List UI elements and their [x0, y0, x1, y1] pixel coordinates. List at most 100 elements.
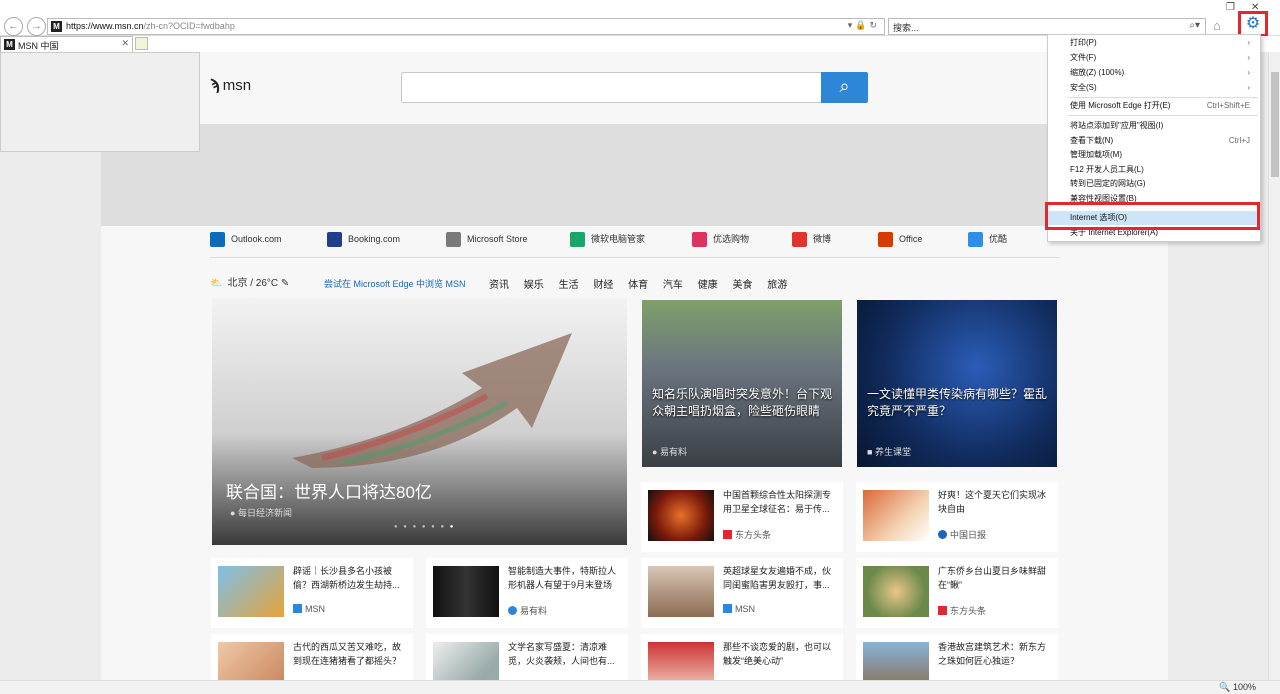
news-small-card[interactable]: 香港故宫建筑艺术：新东方之珠如何匠心独运？ — [856, 634, 1058, 680]
news-small-card[interactable]: 智能制造大事件，特斯拉人形机器人有望于9月末登场 易有料 — [426, 558, 628, 628]
bacteria-photo — [857, 300, 1057, 467]
close-window-icon[interactable]: ✕ — [1251, 2, 1275, 13]
news-small-card[interactable]: 中国首颗综合性太阳探测专用卫星全球征名：易于传... 东方头条 — [641, 482, 843, 552]
url-text: https://www.msn.cn/zh-cn?OCID=fwdbahp — [66, 21, 235, 31]
outlook-icon — [210, 232, 225, 247]
news-small-card[interactable]: 那些不谈恋爱的剧，也可以触发“绝美心动” — [641, 634, 843, 680]
quick-link-office[interactable]: Office — [878, 232, 922, 252]
menu-separator — [1068, 97, 1258, 98]
category-nav: 资讯 娱乐 生活 财经 体育 汽车 健康 美食 旅游 — [489, 276, 799, 291]
news-small-card[interactable]: 辟谣｜长沙县多名小孩被偷？西湖新桥边发生劫持... MSN — [211, 558, 413, 628]
forward-button[interactable]: → — [27, 17, 46, 36]
category-finance[interactable]: 财经 — [593, 280, 613, 291]
carousel-dots[interactable]: ● ● ● ● ● ● ● — [394, 524, 455, 530]
menu-item-file[interactable]: 文件(F) › — [1048, 51, 1260, 65]
card-text: 古代的西瓜又苦又难吃，故到现在连猪猪看了都摇头？ — [293, 642, 402, 666]
quick-link-outlook[interactable]: Outlook.com — [210, 232, 282, 252]
vertical-scrollbar[interactable] — [1268, 52, 1280, 680]
news-small-card[interactable]: 古代的西瓜又苦又难吃，故到现在连猪猪看了都摇头？ — [211, 634, 413, 680]
msn-search-input[interactable] — [401, 72, 868, 103]
menu-label: 文件(F) — [1070, 53, 1097, 62]
menu-item-add-to-apps[interactable]: 将站点添加到"应用"视图(I) — [1048, 119, 1260, 133]
weather-widget[interactable]: ⛅ 北京 / 26°C ✎ — [210, 274, 289, 289]
quick-link-booking[interactable]: Booking.com — [327, 232, 400, 252]
card-source-label: 养生课堂 — [874, 447, 911, 457]
chevron-right-icon: › — [1247, 83, 1250, 92]
card-source-label: MSN — [735, 604, 755, 614]
msn-logo[interactable]: ϡ msn — [210, 77, 251, 95]
category-news[interactable]: 资讯 — [489, 280, 509, 291]
source-icon — [723, 604, 732, 613]
menu-item-devtools[interactable]: F12 开发人员工具(L) — [1048, 163, 1260, 177]
weather-row: ⛅ 北京 / 26°C ✎ 尝试在 Microsoft Edge 中浏览 MSN … — [210, 274, 1060, 292]
menu-item-downloads[interactable]: 查看下载(N) Ctrl+J — [1048, 134, 1260, 148]
quick-link-label: Booking.com — [348, 233, 401, 244]
news-image-card[interactable]: 一文读懂甲类传染病有哪些？霍乱究竟严不严重？ ■ 养生课堂 — [857, 300, 1057, 467]
restore-window-icon[interactable]: ❐ — [1226, 2, 1251, 13]
card-source-label: 东方头条 — [950, 606, 987, 616]
browser-search-field[interactable]: 搜索... ⌕▾ — [888, 18, 1206, 35]
youku-icon — [968, 232, 983, 248]
menu-item-safety[interactable]: 安全(S) › — [1048, 81, 1260, 95]
home-icon[interactable]: ⌂ — [1213, 18, 1221, 33]
hero-source: ● 每日经济新闻 — [230, 508, 292, 518]
category-travel[interactable]: 旅游 — [767, 280, 787, 291]
card-title: 一文读懂甲类传染病有哪些？霍乱究竟严不严重？ — [867, 387, 1048, 418]
pencil-icon[interactable]: ✎ — [281, 278, 289, 289]
booking-icon — [327, 232, 342, 247]
quick-link-label: 微软电脑管家 — [591, 234, 646, 244]
url-host: https://www.msn.cn — [66, 21, 144, 31]
quick-link-youku[interactable]: 优酷 — [968, 232, 1007, 252]
menu-item-addons[interactable]: 管理加载项(M) — [1048, 148, 1260, 162]
search-icon[interactable]: ⌕▾ — [1189, 20, 1200, 31]
msn-search-button[interactable]: ⌕ — [821, 72, 868, 103]
category-life[interactable]: 生活 — [559, 280, 579, 291]
quick-link-label: 微博 — [813, 234, 832, 244]
menu-item-open-edge[interactable]: 使用 Microsoft Edge 打开(E) Ctrl+Shift+E — [1048, 99, 1260, 113]
back-button[interactable]: ← — [4, 17, 23, 36]
lock-icon[interactable]: 🔒 — [855, 20, 869, 30]
card-source: MSN — [723, 604, 755, 614]
band-photo — [642, 300, 842, 467]
sun-thumbnail — [648, 490, 714, 541]
msn-favicon-icon: M — [51, 21, 62, 32]
news-small-card[interactable]: 广东侨乡台山夏日乡味鲜甜在“鳅” 东方头条 — [856, 558, 1058, 628]
scrollbar-thumb[interactable] — [1271, 72, 1279, 177]
crowd-arrow-image — [292, 333, 572, 468]
quick-link-label: Outlook.com — [231, 233, 282, 244]
menu-item-print[interactable]: 打印(P) › — [1048, 36, 1260, 50]
category-food[interactable]: 美食 — [732, 280, 752, 291]
menu-label: 管理加载项(M) — [1070, 150, 1122, 159]
quick-link-store[interactable]: Microsoft Store — [446, 232, 528, 252]
news-image-card[interactable]: 知名乐队演唱时突发意外！台下观众朝主唱扔烟盒，险些砸伤眼睛 ● 易有料 — [642, 300, 842, 467]
category-auto[interactable]: 汽车 — [663, 280, 683, 291]
news-small-card[interactable]: 文学名家写盛夏：清凉难觅，火炎袭颊，人间也有... — [426, 634, 628, 680]
category-entertainment[interactable]: 娱乐 — [524, 280, 544, 291]
news-small-card[interactable]: 好爽！这个夏天它们实现冰块自由 中国日报 — [856, 482, 1058, 552]
food-thumbnail — [863, 566, 929, 617]
quick-link-shopping[interactable]: 优选购物 — [692, 232, 749, 252]
hero-card[interactable]: 联合国：世界人口将达80亿 ● 每日经济新闻 ● ● ● ● ● ● ● — [212, 298, 627, 545]
menu-label: 缩放(Z) (100%) — [1070, 68, 1125, 77]
zoom-indicator[interactable]: 🔍 100% — [1219, 682, 1256, 693]
menu-label: 使用 Microsoft Edge 打开(E) — [1070, 101, 1171, 110]
news-small-card[interactable]: 英超球星女友遍婚不成，伙同闺蜜陷害男友殴打，事... MSN — [641, 558, 843, 628]
quick-link-weibo[interactable]: 微博 — [792, 232, 831, 252]
menu-item-pinned-sites[interactable]: 转到已固定的网站(G) — [1048, 177, 1260, 191]
quick-link-pc-manager[interactable]: 微软电脑管家 — [570, 232, 645, 252]
category-health[interactable]: 健康 — [698, 280, 718, 291]
new-tab-button[interactable] — [135, 37, 148, 50]
category-sports[interactable]: 体育 — [628, 280, 648, 291]
quick-links-bar: Outlook.com Booking.com Microsoft Store … — [210, 232, 1060, 258]
address-field[interactable]: M https://www.msn.cn/zh-cn?OCID=fwdbahp … — [47, 18, 885, 35]
tab-msn[interactable]: M MSN 中国 ✕ — [0, 36, 133, 52]
magnifier-icon: 🔍 — [1219, 682, 1231, 692]
tab-title: MSN 中国 — [18, 41, 59, 51]
office-icon — [878, 232, 893, 247]
edge-promo-link[interactable]: 尝试在 Microsoft Edge 中浏览 MSN — [324, 277, 466, 290]
msn-butterfly-icon: ϡ — [210, 77, 220, 94]
actress-thumbnail — [648, 642, 714, 680]
refresh-icon[interactable]: ↻ — [869, 20, 880, 30]
menu-item-zoom[interactable]: 缩放(Z) (100%) › — [1048, 66, 1260, 80]
tab-close-icon[interactable]: ✕ — [121, 38, 129, 49]
